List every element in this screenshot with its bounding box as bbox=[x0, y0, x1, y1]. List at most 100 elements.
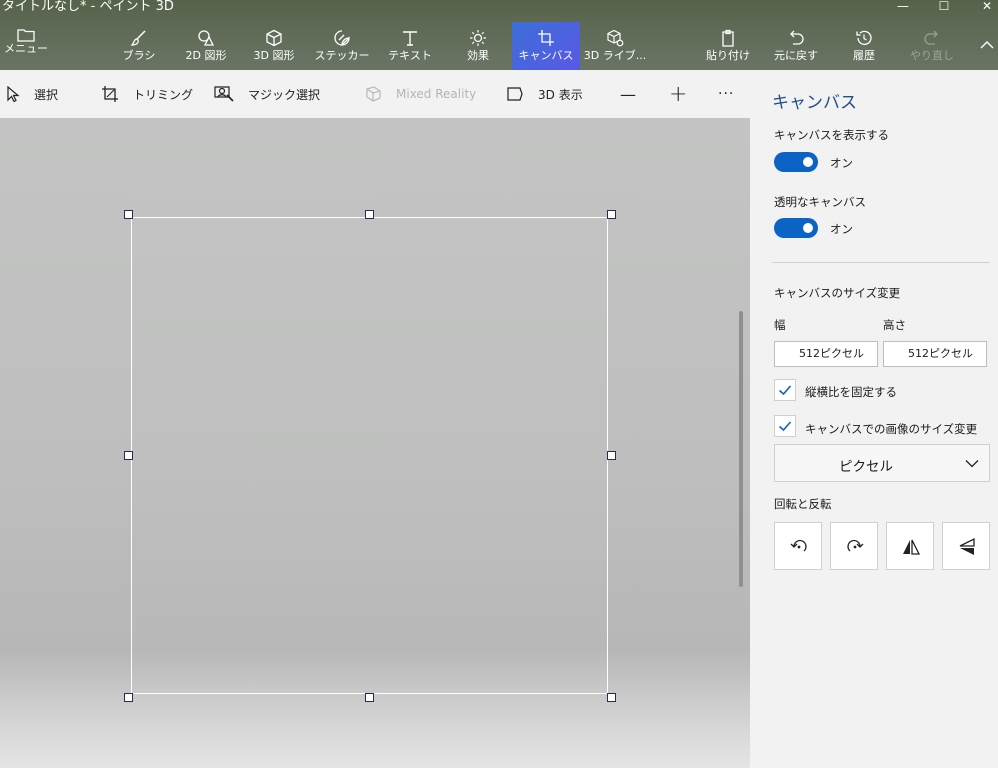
resize-section-title: キャンバスのサイズ変更 bbox=[774, 286, 901, 300]
height-label: 高さ bbox=[883, 318, 906, 332]
width-input[interactable]: 512ピクセル bbox=[774, 341, 878, 367]
history-button[interactable]: 履歴 bbox=[831, 22, 897, 70]
pointer-icon bbox=[7, 86, 20, 102]
flip-vertical-button[interactable] bbox=[942, 522, 990, 570]
undo-button[interactable]: 元に戻す bbox=[763, 22, 829, 70]
3d-library-icon bbox=[607, 29, 624, 47]
transparent-canvas-state: オン bbox=[830, 222, 853, 236]
resize-handle-top-right[interactable] bbox=[607, 210, 616, 219]
rotate-left-button[interactable] bbox=[774, 522, 822, 570]
zoom-in-button[interactable]: + bbox=[669, 70, 687, 118]
zoom-out-button[interactable]: — bbox=[620, 70, 636, 118]
tool-brushes[interactable]: ブラシ bbox=[106, 22, 172, 70]
text-icon bbox=[403, 31, 417, 46]
rotate-left-icon bbox=[790, 539, 807, 552]
undo-icon bbox=[790, 30, 804, 45]
resize-handle-top[interactable] bbox=[365, 210, 374, 219]
action-label: 貼り付け bbox=[706, 49, 750, 62]
rotate-right-button[interactable] bbox=[830, 522, 878, 570]
paste-icon bbox=[722, 29, 734, 47]
tool-label: 効果 bbox=[467, 49, 489, 62]
flip-horizontal-button[interactable] bbox=[886, 522, 934, 570]
resize-handle-left[interactable] bbox=[124, 451, 133, 460]
magic-select-label: マジック選択 bbox=[248, 87, 321, 102]
chevron-down-icon bbox=[965, 460, 979, 468]
resize-handle-top-left[interactable] bbox=[124, 210, 133, 219]
tool-text[interactable]: テキスト bbox=[377, 22, 443, 70]
tool-effects[interactable]: 効果 bbox=[445, 22, 511, 70]
show-canvas-label: キャンバスを表示する bbox=[774, 128, 889, 142]
tool-label: ブラシ bbox=[122, 49, 156, 62]
tool-canvas[interactable]: キャンバス bbox=[512, 22, 580, 70]
maximize-button[interactable]: ☐ bbox=[921, 0, 967, 14]
flip-horizontal-icon bbox=[903, 539, 921, 555]
action-label: やり直し bbox=[910, 49, 954, 62]
resize-handle-bottom-right[interactable] bbox=[607, 693, 616, 702]
paste-button[interactable]: 貼り付け bbox=[695, 22, 761, 70]
brush-icon bbox=[130, 30, 146, 46]
rotate-section-title: 回転と反転 bbox=[774, 497, 832, 511]
checkmark-icon bbox=[778, 385, 792, 396]
select-button[interactable]: 選択 bbox=[6, 70, 58, 118]
panel-title: キャンバス bbox=[772, 93, 857, 113]
transparent-canvas-toggle[interactable] bbox=[774, 218, 818, 238]
canvas-panel: キャンバス キャンバスを表示する オン 透明なキャンバス オン キャンバスのサイ… bbox=[750, 70, 998, 768]
unit-dropdown-value: ピクセル bbox=[839, 459, 893, 475]
3d-view-icon bbox=[507, 87, 523, 101]
lock-aspect-checkbox[interactable] bbox=[774, 379, 796, 401]
crop-button[interactable]: トリミング bbox=[101, 70, 193, 118]
canvas-toolbar: 選択 トリミング マジック選択 Mixed Reality 3D 表示 — + … bbox=[0, 70, 750, 118]
resize-image-checkbox[interactable] bbox=[774, 415, 796, 437]
action-label: 元に戻す bbox=[774, 49, 818, 62]
checkmark-icon bbox=[778, 421, 792, 432]
resize-handle-bottom[interactable] bbox=[365, 693, 374, 702]
mixed-reality-label: Mixed Reality bbox=[396, 87, 477, 101]
menu-button[interactable]: メニュー bbox=[4, 24, 48, 56]
unit-dropdown[interactable]: ピクセル bbox=[774, 444, 990, 482]
3d-shapes-icon bbox=[266, 29, 282, 47]
redo-button[interactable]: やり直し bbox=[899, 22, 965, 70]
mixed-reality-button[interactable]: Mixed Reality bbox=[364, 70, 476, 118]
crop-icon bbox=[102, 86, 118, 102]
vertical-scrollbar[interactable] bbox=[739, 311, 743, 587]
window-title: タイトルなし* - ペイント 3D bbox=[2, 0, 174, 14]
magic-select-icon bbox=[214, 86, 234, 102]
minimize-button[interactable]: — bbox=[880, 0, 926, 14]
tool-2d-shapes[interactable]: 2D 図形 bbox=[173, 22, 239, 70]
tool-label: 2D 図形 bbox=[185, 49, 227, 62]
tool-label: 3D ライブ... bbox=[583, 49, 647, 62]
mixed-reality-icon bbox=[366, 86, 381, 102]
sticker-icon bbox=[334, 30, 350, 46]
resize-handle-right[interactable] bbox=[607, 451, 616, 460]
resize-handle-bottom-left[interactable] bbox=[124, 693, 133, 702]
tool-label: テキスト bbox=[388, 49, 432, 62]
flip-vertical-icon bbox=[959, 537, 975, 555]
close-button[interactable]: ✕ bbox=[964, 0, 998, 14]
width-label: 幅 bbox=[774, 318, 786, 332]
chevron-up-icon[interactable] bbox=[980, 40, 994, 50]
view-3d-label: 3D 表示 bbox=[538, 87, 583, 102]
canvas[interactable] bbox=[131, 217, 608, 694]
canvas-frame[interactable] bbox=[124, 210, 616, 702]
tool-3d-shapes[interactable]: 3D 図形 bbox=[241, 22, 307, 70]
toggle-knob bbox=[803, 223, 813, 233]
show-canvas-toggle[interactable] bbox=[774, 152, 818, 172]
show-canvas-state: オン bbox=[830, 156, 853, 170]
height-input[interactable]: 512ピクセル bbox=[883, 341, 987, 367]
transparent-canvas-label: 透明なキャンバス bbox=[774, 195, 866, 209]
tool-label: 3D 図形 bbox=[253, 49, 295, 62]
tool-stickers[interactable]: ステッカー bbox=[309, 22, 375, 70]
view-3d-button[interactable]: 3D 表示 bbox=[506, 70, 583, 118]
redo-icon bbox=[924, 30, 938, 45]
2d-shapes-icon bbox=[198, 30, 215, 46]
effects-icon bbox=[470, 30, 486, 46]
action-label: 履歴 bbox=[853, 49, 875, 62]
magic-select-button[interactable]: マジック選択 bbox=[214, 70, 320, 118]
crop-label: トリミング bbox=[133, 87, 194, 102]
more-options-button[interactable]: ··· bbox=[718, 70, 734, 118]
folder-icon bbox=[17, 29, 35, 42]
tool-label: ステッカー bbox=[314, 49, 370, 62]
history-icon bbox=[856, 30, 872, 46]
resize-image-label: キャンバスでの画像のサイズ変更 bbox=[805, 422, 978, 436]
tool-3d-library[interactable]: 3D ライブ... bbox=[582, 22, 648, 70]
